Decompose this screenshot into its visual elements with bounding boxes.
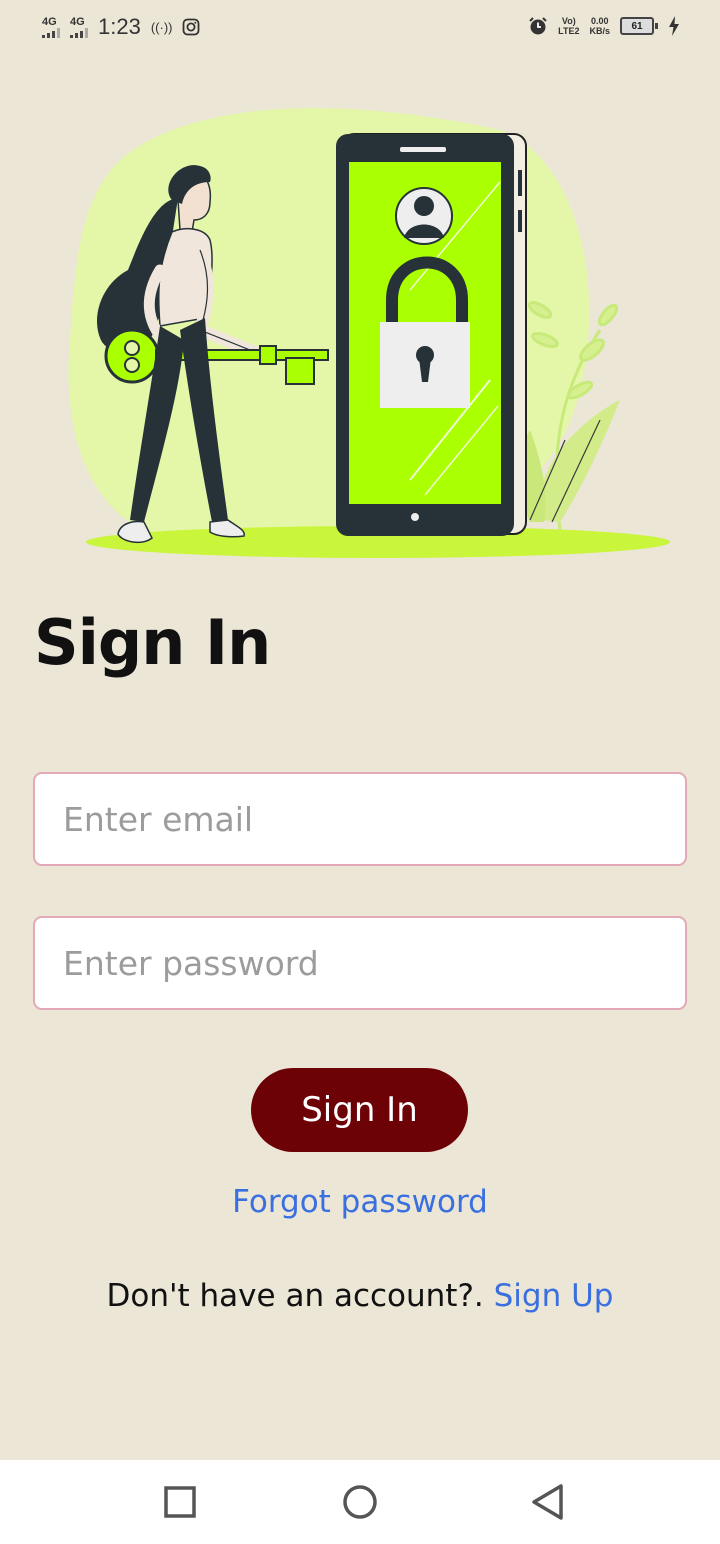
instagram-icon: [183, 18, 200, 36]
circle-home-icon[interactable]: [340, 1482, 380, 1522]
password-field[interactable]: [33, 916, 687, 1010]
alarm-icon: [529, 17, 547, 35]
system-nav-bar: [0, 1460, 720, 1544]
status-bar: 4G 4G 1:23 ((·)) Vo) LTE2 0.00 KB/s 61: [0, 0, 720, 56]
network-speed: 0.00 KB/s: [589, 16, 610, 36]
hotspot-icon: ((·)): [150, 19, 173, 35]
charging-bolt-icon: [669, 16, 679, 36]
signal-sim2-icon: 4G: [70, 16, 88, 38]
signup-row: Don't have an account?. Sign Up: [0, 1278, 720, 1314]
square-icon[interactable]: [160, 1482, 200, 1522]
signal-sim1-icon: 4G: [42, 16, 60, 38]
email-field[interactable]: [33, 772, 687, 866]
sign-up-link[interactable]: Sign Up: [494, 1278, 614, 1314]
battery-icon: 61: [620, 17, 658, 35]
signup-prompt: Don't have an account?.: [106, 1278, 484, 1314]
page-title: Sign In: [34, 606, 271, 679]
volte-indicator: Vo) LTE2: [558, 16, 580, 36]
forgot-password-link[interactable]: Forgot password: [0, 1184, 720, 1220]
clock: 1:23: [98, 14, 141, 39]
sign-in-button[interactable]: Sign In: [251, 1068, 468, 1152]
triangle-back-icon[interactable]: [528, 1482, 568, 1522]
security-illustration: [68, 108, 670, 558]
